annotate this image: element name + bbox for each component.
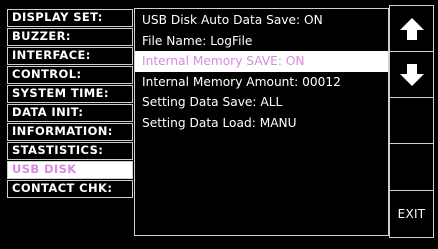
setting-row-setting-data-save[interactable]: Setting Data Save: ALL [135, 92, 388, 113]
menu-item-system-time[interactable]: SYSTEM TIME: [7, 84, 133, 103]
softkey-blank-2[interactable] [389, 143, 434, 191]
setting-row-internal-memory-amount[interactable]: Internal Memory Amount: 00012 [135, 72, 388, 93]
menu-item-display-set[interactable]: DISPLAY SET: [7, 9, 133, 27]
softkey-exit-button[interactable]: EXIT [389, 190, 434, 238]
menu-item-statistics[interactable]: STASTISTICS: [7, 141, 133, 160]
softkey-blank-1[interactable] [389, 97, 434, 144]
arrow-up-icon [399, 16, 425, 42]
menu-item-usb-disk[interactable]: USB DISK [7, 160, 133, 179]
usb-disk-settings-panel: USB Disk Auto Data Save: ON File Name: L… [134, 8, 389, 236]
arrow-down-icon [399, 62, 425, 88]
menu-item-data-init[interactable]: DATA INIT: [7, 103, 133, 122]
menu-item-contact-chk[interactable]: CONTACT CHK: [7, 179, 133, 198]
setting-row-setting-data-load[interactable]: Setting Data Load: MANU [135, 113, 388, 134]
menu-item-control[interactable]: CONTROL: [7, 65, 133, 84]
settings-menu: DISPLAY SET: BUZZER: INTERFACE: CONTROL:… [7, 9, 133, 199]
setting-row-internal-memory-save[interactable]: Internal Memory SAVE: ON [135, 51, 388, 72]
softkey-up-button[interactable] [389, 5, 434, 52]
exit-label: EXIT [397, 207, 426, 221]
setting-row-file-name[interactable]: File Name: LogFile [135, 31, 388, 52]
menu-item-information[interactable]: INFORMATION: [7, 122, 133, 141]
menu-item-buzzer[interactable]: BUZZER: [7, 27, 133, 46]
softkey-column: EXIT [389, 5, 434, 238]
menu-item-interface[interactable]: INTERFACE: [7, 46, 133, 65]
setting-row-usb-auto-save[interactable]: USB Disk Auto Data Save: ON [135, 10, 388, 31]
softkey-down-button[interactable] [389, 51, 434, 98]
